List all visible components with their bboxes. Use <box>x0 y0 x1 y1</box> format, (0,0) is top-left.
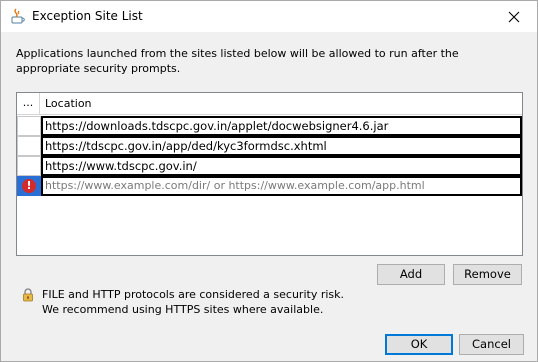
site-list-table: ... Location https://downloads.tdscpc.go… <box>16 92 523 256</box>
table-row-new[interactable]: ! https://www.example.com/dir/ or https:… <box>17 176 522 196</box>
ok-button[interactable]: OK <box>385 334 453 355</box>
window-title: Exception Site List <box>32 9 143 23</box>
security-note-line1: FILE and HTTP protocols are considered a… <box>42 288 345 301</box>
row-status-cell: ! <box>17 176 41 196</box>
security-note-line2: We recommend using HTTPS sites where ava… <box>42 303 324 316</box>
exception-site-list-dialog: Exception Site List Applications launche… <box>0 0 538 362</box>
close-button[interactable] <box>491 1 537 32</box>
close-icon <box>508 11 520 22</box>
cancel-button[interactable]: Cancel <box>459 334 524 355</box>
row-status-cell <box>17 116 41 136</box>
error-icon: ! <box>22 179 36 193</box>
row-location-cell[interactable]: https://downloads.tdscpc.gov.in/applet/d… <box>41 116 522 136</box>
java-icon <box>11 8 25 24</box>
table-header: ... Location <box>17 93 522 115</box>
column-header-location[interactable]: Location <box>45 93 92 114</box>
lock-icon <box>23 288 33 302</box>
row-status-cell <box>17 136 41 156</box>
table-row[interactable]: https://www.tdscpc.gov.in/ <box>17 156 522 176</box>
row-status-cell <box>17 156 41 176</box>
title-bar: Exception Site List <box>1 1 537 32</box>
new-location-input[interactable]: https://www.example.com/dir/ or https://… <box>41 176 522 196</box>
row-location-cell[interactable]: https://tdscpc.gov.in/app/ded/kyc3formds… <box>41 136 522 156</box>
row-location-cell[interactable]: https://www.tdscpc.gov.in/ <box>41 156 522 176</box>
column-header-status[interactable]: ... <box>17 93 40 114</box>
table-row[interactable]: https://tdscpc.gov.in/app/ded/kyc3formds… <box>17 136 522 156</box>
add-button[interactable]: Add <box>377 264 445 285</box>
security-note: FILE and HTTP protocols are considered a… <box>42 287 344 317</box>
description-text: Applications launched from the sites lis… <box>16 47 459 75</box>
remove-button[interactable]: Remove <box>453 264 522 285</box>
table-row[interactable]: https://downloads.tdscpc.gov.in/applet/d… <box>17 116 522 136</box>
